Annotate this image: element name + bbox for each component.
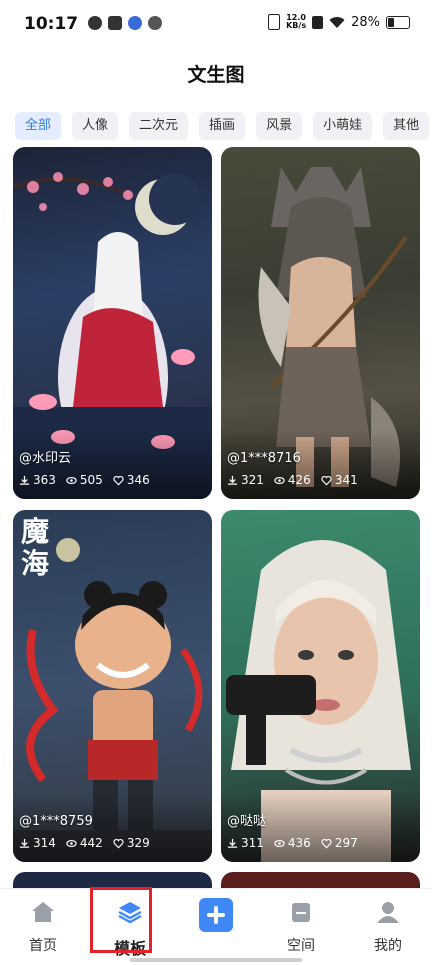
eye-icon [274,839,285,847]
network-speed: 12.0 KB/s [286,13,307,30]
page-title: 文生图 [187,64,245,86]
tab-anime[interactable]: 二次元 [129,112,189,140]
selection-highlight [90,887,152,953]
template-card[interactable]: 魔海 @1***8759 314 442 329 [13,510,212,862]
user-icon [377,902,399,923]
template-card[interactable]: @哒哒 311 436 297 [221,510,420,862]
download-icon [19,475,30,485]
vibrate-icon [268,14,281,30]
system-status: 12.0 KB/s 28% [268,14,410,30]
eye-icon [66,839,77,847]
download-icon [19,838,30,848]
mail-notification-icon [108,16,122,30]
wechat-notification-icon [148,16,162,30]
battery-percent: 28% [351,14,380,30]
tab-scenery[interactable]: 风景 [256,112,303,140]
notification-icons [88,16,162,30]
heart-icon [113,838,124,848]
card-author: @水印云 [19,451,72,466]
nav-home[interactable]: 首页 [8,899,78,955]
heart-icon [321,838,332,848]
space-icon [292,903,310,922]
category-tabs: 全部 人像 二次元 插画 风景 小萌娃 其他 [15,112,430,140]
status-time: 10:17 [24,14,79,34]
card-stats: 311 436 297 [227,836,358,850]
card-stats: 314 442 329 [19,836,150,850]
home-icon [32,902,54,922]
card-author: @1***8759 [19,814,93,829]
eye-icon [274,476,285,484]
template-card[interactable]: @1***8716 321 426 341 [221,147,420,499]
status-bar: 10:17 12.0 KB/s 28% [0,0,432,52]
paw-notification-icon [128,16,142,30]
create-plus-button[interactable] [199,898,233,932]
card-author: @哒哒 [227,814,267,829]
nav-mine[interactable]: 我的 [353,899,423,955]
nav-space[interactable]: 空间 [266,899,336,955]
tab-other[interactable]: 其他 [383,112,430,140]
heart-icon [321,475,332,485]
tab-portrait[interactable]: 人像 [72,112,119,140]
app-notification-icon [88,16,102,30]
sim-off-icon [312,15,324,29]
heart-icon [113,475,124,485]
home-indicator [130,958,302,962]
eye-icon [66,476,77,484]
card-stats: 321 426 341 [227,473,358,487]
template-card[interactable]: @水印云 363 505 346 [13,147,212,499]
tab-all[interactable]: 全部 [15,112,62,140]
wifi-icon [329,16,345,28]
download-icon [227,838,238,848]
art-calligraphy-text: 魔海 [21,515,50,580]
tab-cute-kids[interactable]: 小萌娃 [313,112,373,140]
download-icon [227,475,238,485]
tab-illustration[interactable]: 插画 [199,112,246,140]
card-stats: 363 505 346 [19,473,150,487]
card-author: @1***8716 [227,451,301,466]
battery-icon [386,15,410,29]
